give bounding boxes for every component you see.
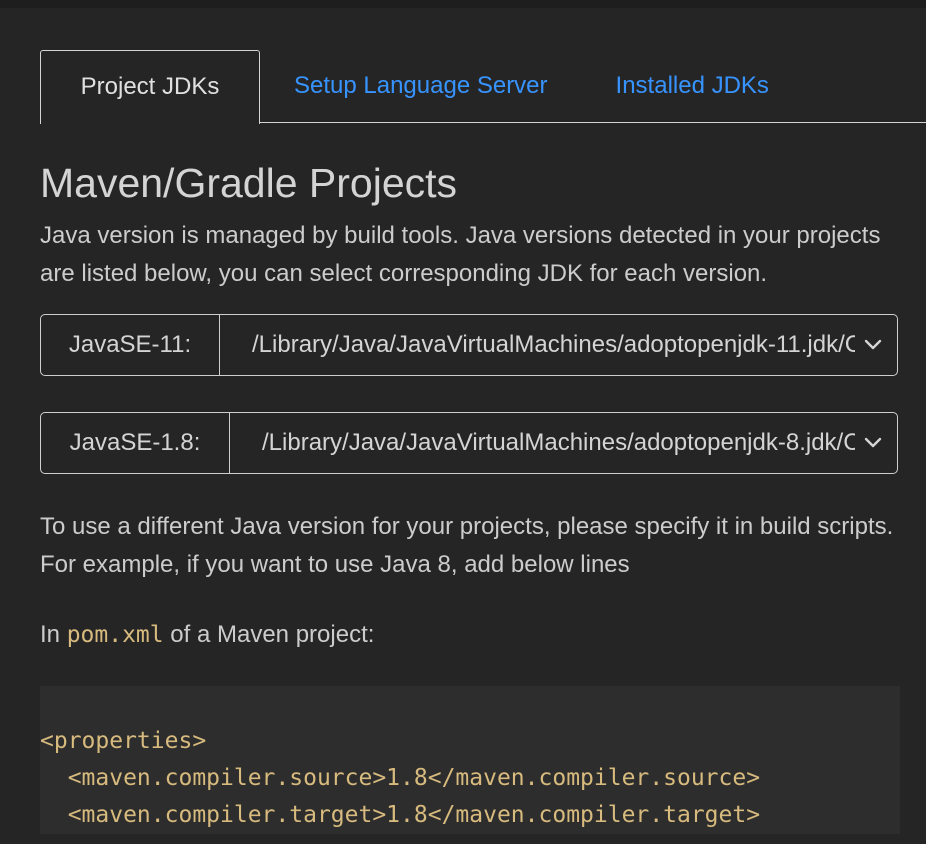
section-description: Java version is managed by build tools. …: [40, 222, 881, 287]
maven-code-block: <properties> <maven.compiler.source>1.8<…: [40, 686, 900, 834]
tab-setup-language-server[interactable]: Setup Language Server: [294, 50, 548, 122]
project-jdks-page: Project JDKs Setup Language Server Insta…: [40, 48, 926, 834]
code-line: <maven.compiler.target>1.8</maven.compil…: [40, 802, 761, 828]
maven-prefix: In: [40, 621, 61, 648]
jdk-path-value: /Library/Java/JavaVirtualMachines/adopto…: [262, 429, 855, 456]
maven-suffix: of a Maven project:: [170, 621, 375, 648]
jdk-path-select[interactable]: /Library/Java/JavaVirtualMachines/adopto…: [220, 315, 897, 375]
chevron-down-icon: [863, 335, 883, 355]
instructions-text: To use a different Java version for your…: [40, 513, 894, 578]
section-title: Maven/Gradle Projects: [40, 160, 458, 206]
tab-installed-jdks[interactable]: Installed JDKs: [616, 50, 769, 122]
jdk-version-label: JavaSE-11:: [41, 315, 220, 375]
tab-project-jdks[interactable]: Project JDKs: [40, 49, 260, 124]
jdk-path-select[interactable]: /Library/Java/JavaVirtualMachines/adopto…: [230, 413, 897, 473]
code-line: <maven.compiler.source>1.8</maven.compil…: [40, 765, 761, 791]
tab-bar: Project JDKs Setup Language Server Insta…: [40, 48, 926, 124]
jdk-path-value: /Library/Java/JavaVirtualMachines/adopto…: [252, 331, 855, 358]
maven-instruction: In pom.xml of a Maven project:: [40, 616, 926, 654]
chevron-down-icon: [863, 433, 883, 453]
jdk-row-javase-1-8: JavaSE-1.8: /Library/Java/JavaVirtualMac…: [40, 412, 898, 474]
pom-xml-code: pom.xml: [66, 622, 164, 648]
jdk-version-label: JavaSE-1.8:: [41, 413, 230, 473]
top-strip: [0, 0, 926, 8]
jdk-row-javase-11: JavaSE-11: /Library/Java/JavaVirtualMach…: [40, 314, 898, 376]
code-line: <properties>: [40, 728, 207, 754]
